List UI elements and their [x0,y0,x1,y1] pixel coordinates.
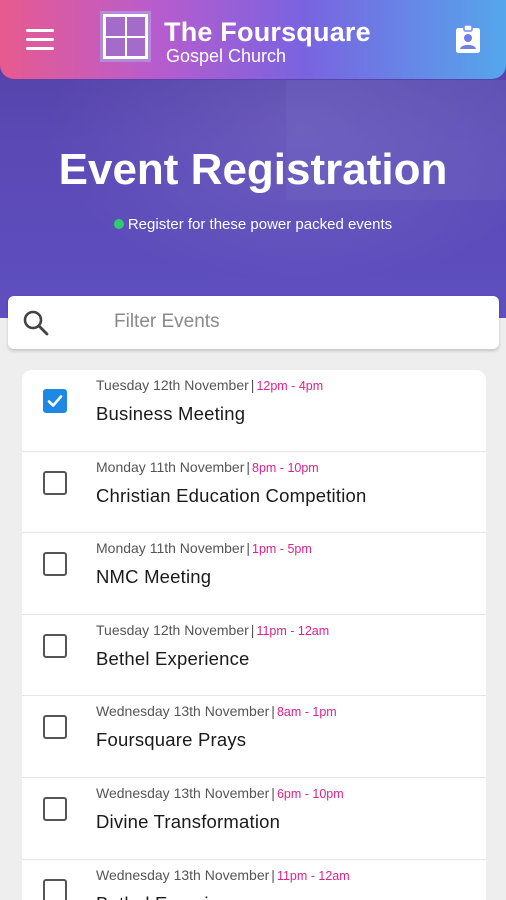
event-checkbox-checked[interactable] [43,389,67,413]
page-title: Event Registration [58,145,448,194]
event-meta: Monday 11th November | 1pm - 5pm [96,540,312,556]
meta-separator: | [250,377,255,393]
hamburger-menu-icon[interactable] [26,29,54,51]
event-meta: Monday 11th November | 8pm - 10pm [96,459,319,475]
event-date: Tuesday 12th November [96,377,249,393]
meta-separator: | [246,458,251,475]
event-checkbox[interactable] [43,633,67,658]
event-meta: Wednesday 13th November | 8am - 1pm [96,703,337,719]
event-date: Wednesday 13th November [96,784,270,801]
event-time: 11pm - 12am [256,623,330,638]
meta-separator: | [271,866,275,883]
event-title: Christian Education Competition [96,484,367,506]
app-title: The Foursquare [164,17,371,47]
app-bar: The Foursquare Gospel Church [0,0,506,79]
event-title: Business Meeting [96,403,246,424]
event-checkbox[interactable] [43,552,67,577]
meta-separator: | [271,703,275,720]
search-bar [8,296,499,349]
event-date: Wednesday 13th November [96,866,270,883]
event-time: 8am - 1pm [276,705,337,720]
app-subtitle: Gospel Church [166,46,287,66]
checkmark-icon [47,395,63,407]
event-time: 1pm - 5pm [252,542,312,557]
meta-separator: | [250,621,255,638]
meta-separator: | [246,540,251,557]
event-meta: Tuesday 12th November | 12pm - 4pm [96,377,323,393]
event-list-item[interactable]: Monday 11th November | 1pm - 5pm NMC Meetin… [22,533,486,615]
event-time: 12pm - 4pm [256,379,324,393]
church-logo [100,11,151,62]
search-icon[interactable] [22,309,50,337]
event-checkbox[interactable] [43,470,67,495]
online-dot-icon [113,219,124,229]
event-checkbox[interactable] [43,878,67,900]
event-list-item[interactable]: Wednesday 13th November | 6pm - 10pm Divine… [22,778,486,860]
event-date: Wednesday 13th November [96,703,270,720]
event-time: 6pm - 10pm [276,786,344,801]
event-date: Monday 11th November [96,458,245,475]
event-list-item[interactable]: Tuesday 12th November | 11pm - 12am Bethel … [22,615,486,697]
event-date: Tuesday 12th November [96,621,249,638]
event-list-item[interactable]: Wednesday 13th November | 8am - 1pm Foursqu… [22,696,486,778]
event-title: Foursquare Prays [96,729,247,751]
event-meta: Wednesday 13th November | 11pm - 12am [96,867,350,883]
event-time: 11pm - 12am [276,868,350,883]
event-list: Tuesday 12th November | 12pm - 4pm Business… [22,370,486,900]
event-meta: Tuesday 12th November | 11pm - 12am [96,622,329,638]
event-checkbox[interactable] [43,796,67,821]
event-time: 8pm - 10pm [252,460,319,475]
event-title: Bethel Experience [96,647,250,669]
meta-separator: | [271,784,275,801]
contact-badge-icon[interactable] [455,24,481,54]
hero-subtitle-text: Register for these power packed events [127,216,393,233]
event-meta: Wednesday 13th November | 6pm - 10pm [96,785,344,801]
filter-events-input[interactable] [105,306,485,338]
event-list-item[interactable]: Monday 11th November | 8pm - 10pm Christian… [22,452,486,534]
event-list-item[interactable]: Wednesday 13th November|11pm - 12am Bethe… [22,860,486,900]
event-title: Bethel Experience [96,893,250,900]
event-checkbox[interactable] [43,715,67,740]
event-date: Monday 11th November [96,540,245,557]
event-list-item[interactable]: Tuesday 12th November | 12pm - 4pm Business… [22,370,486,452]
hero-subtitle: Register for these power packed events [0,216,506,233]
event-title: Divine Transformation [96,810,281,832]
event-title: NMC Meeting [96,566,212,588]
